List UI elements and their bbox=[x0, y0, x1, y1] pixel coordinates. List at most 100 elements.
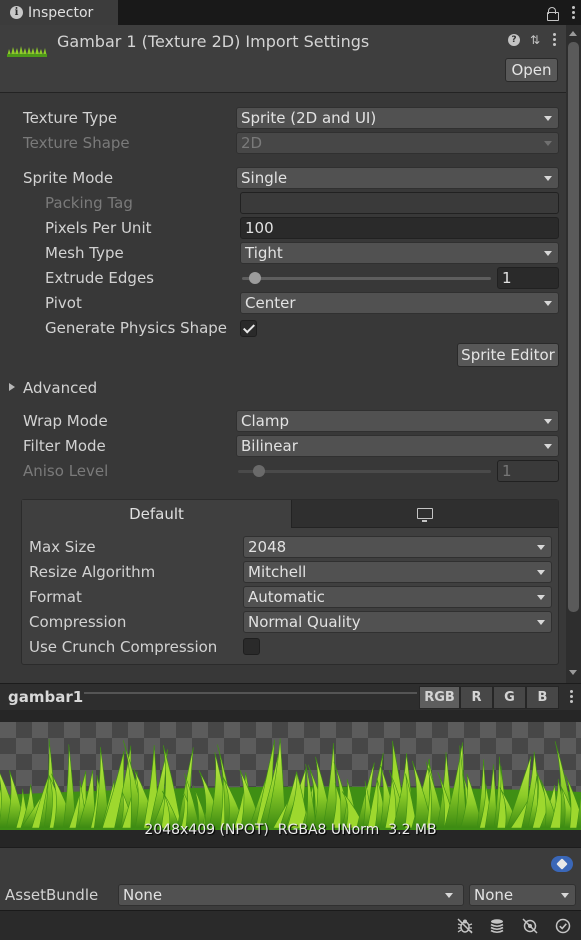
filter-mode-label: Filter Mode bbox=[23, 437, 106, 455]
tab-default-platform[interactable]: Default bbox=[22, 500, 291, 528]
texture-shape-value: 2D bbox=[241, 134, 263, 152]
tab-standalone-platform[interactable] bbox=[291, 500, 558, 528]
mesh-type-dropdown[interactable]: Tight bbox=[240, 242, 559, 264]
checkmark-circle-icon[interactable] bbox=[555, 918, 571, 934]
pixels-per-unit-field[interactable]: 100 bbox=[240, 217, 559, 239]
scroll-up-icon[interactable] bbox=[569, 31, 577, 36]
sprite-mode-value: Single bbox=[241, 169, 288, 187]
tab-inspector-label: Inspector bbox=[28, 4, 94, 21]
sprite-editor-button[interactable]: Sprite Editor bbox=[457, 343, 559, 367]
use-crunch-compression-label: Use Crunch Compression bbox=[29, 638, 218, 656]
packing-tag-label: Packing Tag bbox=[45, 194, 133, 212]
compression-label: Compression bbox=[29, 613, 127, 631]
monitor-icon bbox=[417, 508, 433, 522]
sprite-mode-dropdown[interactable]: Single bbox=[236, 167, 559, 189]
pivot-dropdown[interactable]: Center bbox=[240, 292, 559, 314]
debug-bug-icon[interactable] bbox=[457, 918, 473, 934]
chevron-down-icon bbox=[445, 893, 453, 898]
texture-type-dropdown[interactable]: Sprite (2D and UI) bbox=[236, 107, 559, 129]
chevron-down-icon bbox=[544, 251, 552, 256]
pivot-label: Pivot bbox=[45, 294, 82, 312]
mesh-type-label: Mesh Type bbox=[45, 244, 124, 262]
compression-value: Normal Quality bbox=[248, 613, 361, 631]
cache-server-icon[interactable] bbox=[489, 918, 505, 934]
aniso-level-field: 1 bbox=[497, 460, 559, 482]
generate-physics-shape-checkbox[interactable] bbox=[240, 320, 257, 337]
chevron-down-icon bbox=[544, 301, 552, 306]
mesh-type-value: Tight bbox=[245, 244, 283, 262]
channel-rgb-button[interactable]: RGB bbox=[419, 686, 460, 709]
chevron-down-icon bbox=[544, 116, 552, 121]
wrap-mode-value: Clamp bbox=[241, 412, 289, 430]
asset-bundle-dropdown[interactable]: None bbox=[118, 884, 464, 906]
preview-drag-handle[interactable] bbox=[84, 692, 417, 694]
max-size-value: 2048 bbox=[248, 538, 287, 556]
filter-mode-value: Bilinear bbox=[241, 437, 298, 455]
grass-texture-image bbox=[0, 738, 581, 830]
texture-type-value: Sprite (2D and UI) bbox=[241, 109, 377, 127]
generate-physics-shape-label: Generate Physics Shape bbox=[45, 319, 228, 337]
aniso-level-label: Aniso Level bbox=[23, 462, 109, 480]
channel-g-button[interactable]: G bbox=[493, 686, 526, 709]
foldout-arrow-icon[interactable] bbox=[9, 383, 15, 391]
lock-icon[interactable] bbox=[547, 6, 559, 21]
channel-b-button[interactable]: B bbox=[526, 686, 559, 709]
tab-bar-controls bbox=[547, 0, 575, 25]
component-menu-icon[interactable] bbox=[552, 33, 556, 46]
max-size-label: Max Size bbox=[29, 538, 96, 556]
scroll-thumb[interactable] bbox=[568, 42, 579, 612]
pixels-per-unit-label: Pixels Per Unit bbox=[45, 219, 152, 237]
resize-algorithm-value: Mitchell bbox=[248, 563, 307, 581]
chevron-down-icon bbox=[544, 141, 552, 146]
sprite-mode-label: Sprite Mode bbox=[23, 169, 114, 187]
chevron-down-icon bbox=[537, 545, 545, 550]
filter-mode-dropdown[interactable]: Bilinear bbox=[236, 435, 559, 457]
chevron-down-icon bbox=[537, 570, 545, 575]
format-value: Automatic bbox=[248, 588, 325, 606]
tab-inspector[interactable]: i Inspector bbox=[0, 0, 118, 25]
status-bar bbox=[0, 910, 581, 940]
packing-tag-field bbox=[240, 192, 559, 214]
extrude-edges-slider-knob[interactable] bbox=[249, 272, 262, 284]
advanced-foldout-label[interactable]: Advanced bbox=[23, 379, 97, 397]
preset-icon[interactable]: ⇅ bbox=[530, 34, 542, 46]
tab-menu-icon[interactable] bbox=[571, 6, 575, 19]
inspector-header: Gambar 1 (Texture 2D) Import Settings ? … bbox=[0, 25, 566, 93]
extrude-edges-field[interactable]: 1 bbox=[497, 267, 559, 289]
chevron-down-icon bbox=[544, 444, 552, 449]
channel-r-button[interactable]: R bbox=[460, 686, 493, 709]
format-dropdown[interactable]: Automatic bbox=[243, 586, 552, 608]
resize-algorithm-label: Resize Algorithm bbox=[29, 563, 156, 581]
header-title: Gambar 1 (Texture 2D) Import Settings bbox=[57, 32, 370, 51]
pivot-value: Center bbox=[245, 294, 296, 312]
texture-preview[interactable]: 2048x409 (NPOT) RGBA8 UNorm 3.2 MB bbox=[0, 710, 581, 847]
open-button[interactable]: Open bbox=[505, 58, 558, 82]
wrap-mode-dropdown[interactable]: Clamp bbox=[236, 410, 559, 432]
use-crunch-compression-checkbox[interactable] bbox=[243, 638, 260, 655]
auto-generate-lighting-icon[interactable] bbox=[522, 918, 538, 934]
help-icon[interactable]: ? bbox=[508, 33, 520, 46]
asset-bundle-variant-dropdown[interactable]: None bbox=[469, 884, 576, 906]
compression-dropdown[interactable]: Normal Quality bbox=[243, 611, 552, 633]
format-label: Format bbox=[29, 588, 82, 606]
max-size-dropdown[interactable]: 2048 bbox=[243, 536, 552, 558]
resize-algorithm-dropdown[interactable]: Mitchell bbox=[243, 561, 552, 583]
preview-menu-icon[interactable] bbox=[569, 690, 573, 703]
label-tag-icon[interactable] bbox=[551, 856, 573, 872]
texture-type-label: Texture Type bbox=[23, 109, 118, 127]
asset-bundle-section: AssetBundle None None bbox=[0, 847, 581, 910]
extrude-edges-slider[interactable] bbox=[242, 277, 491, 280]
texture-shape-label: Texture Shape bbox=[23, 134, 130, 152]
inspector-scrollbar[interactable] bbox=[566, 25, 581, 683]
extrude-edges-label: Extrude Edges bbox=[45, 269, 154, 287]
texture-shape-dropdown: 2D bbox=[236, 132, 559, 154]
asset-bundle-variant-value: None bbox=[474, 886, 514, 904]
wrap-mode-label: Wrap Mode bbox=[23, 412, 108, 430]
tab-bar: i Inspector bbox=[0, 0, 581, 25]
scroll-down-icon[interactable] bbox=[569, 670, 577, 675]
chevron-down-icon bbox=[537, 595, 545, 600]
asset-bundle-value: None bbox=[123, 886, 163, 904]
chevron-down-icon bbox=[537, 620, 545, 625]
info-icon: i bbox=[10, 6, 23, 19]
asset-bundle-label: AssetBundle bbox=[5, 886, 99, 904]
